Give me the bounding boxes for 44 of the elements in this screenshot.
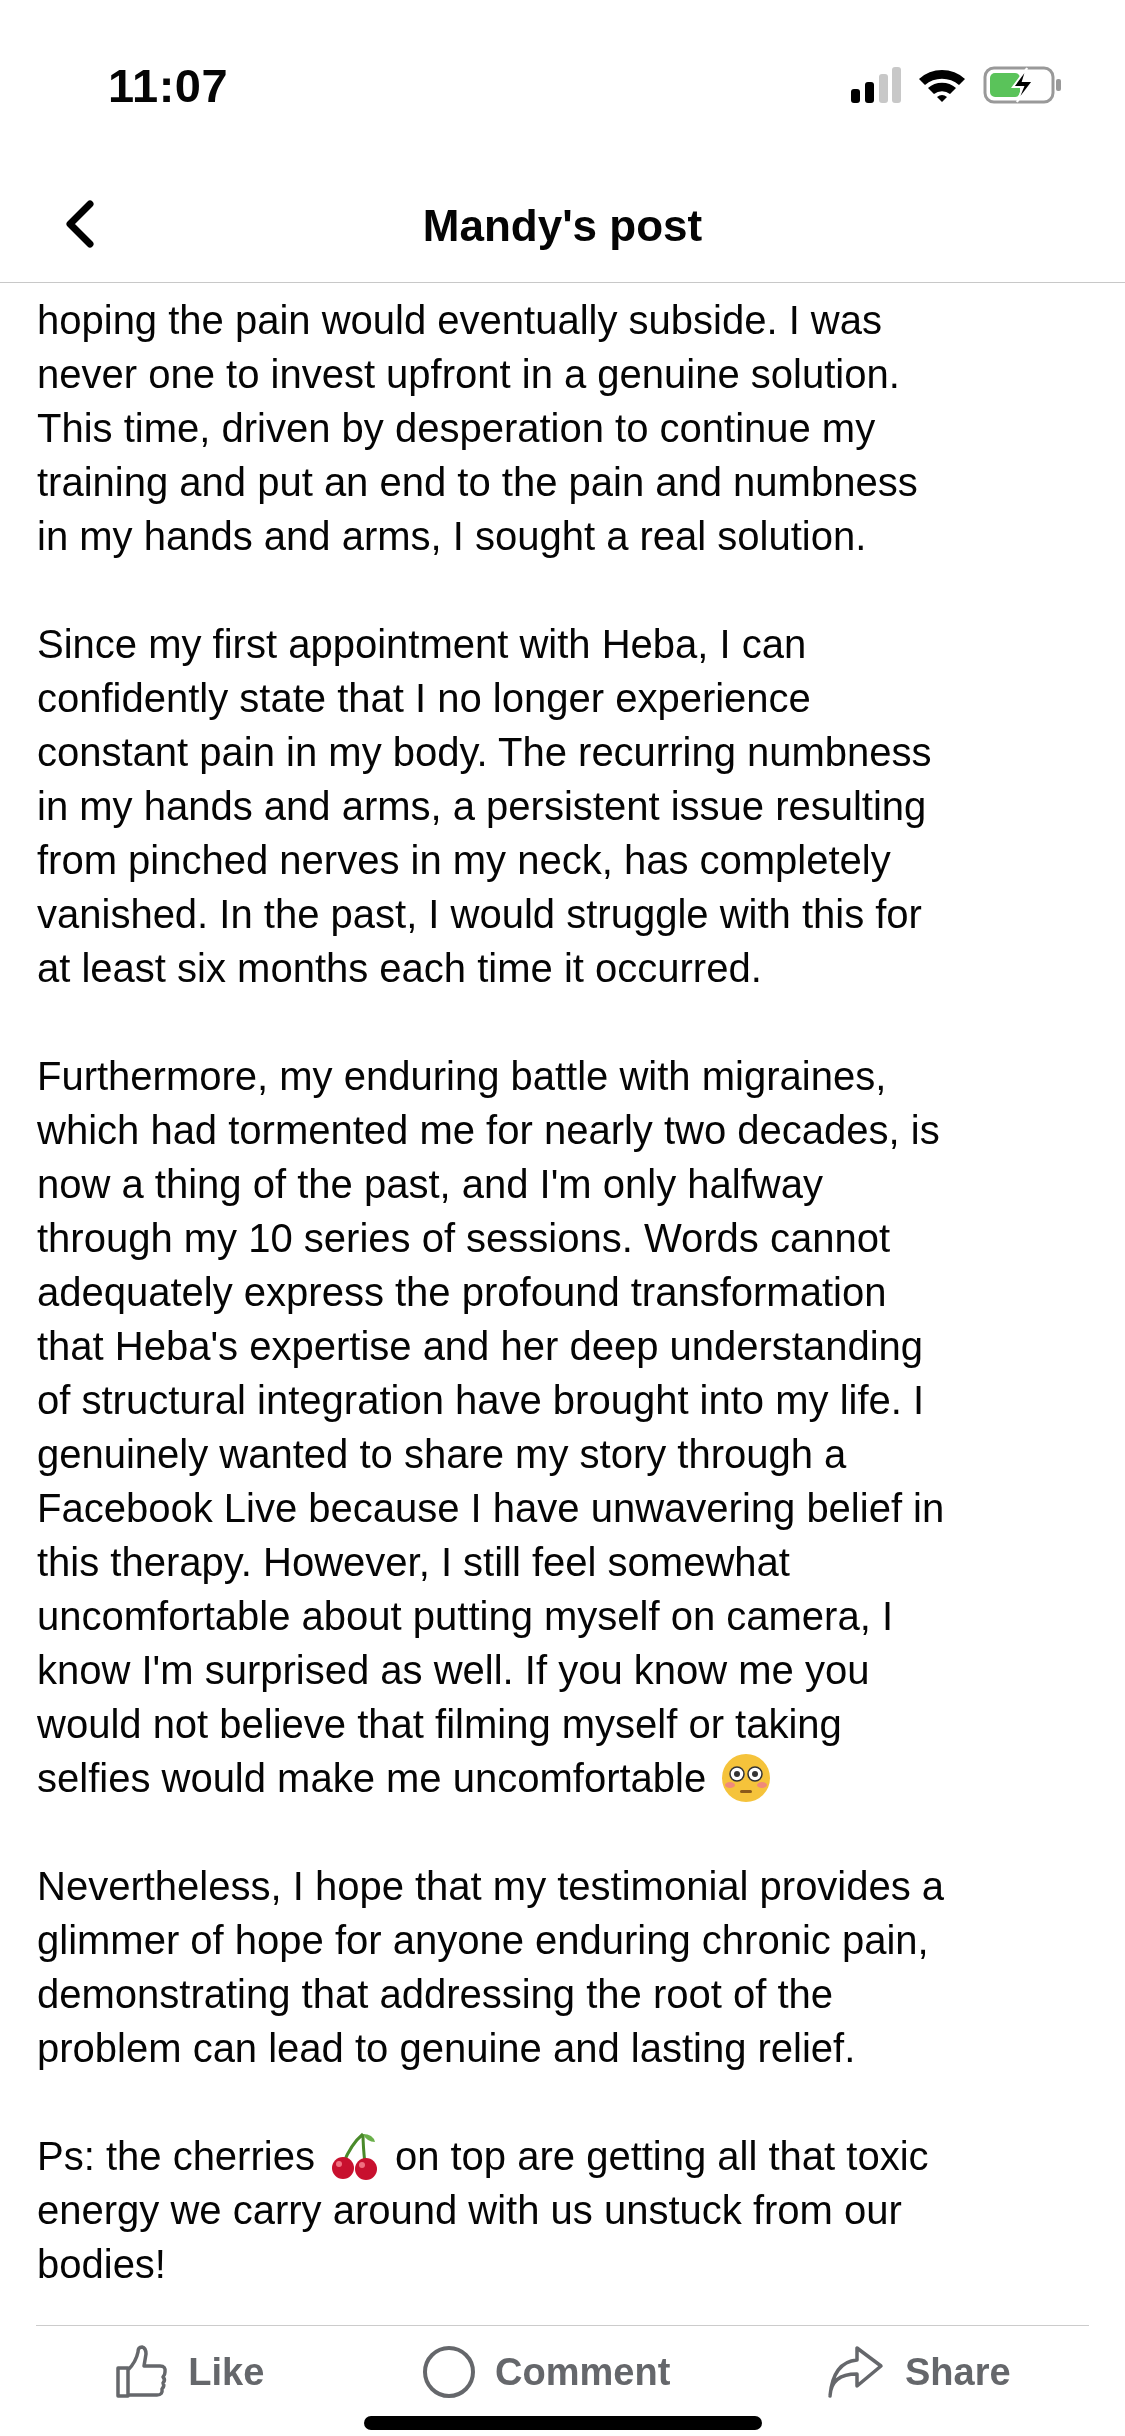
flushed-face-icon: [720, 1752, 773, 1804]
post-text: know I'm surprised as well. If you know me you: [37, 1647, 870, 1694]
post-text: glimmer of hope for anyone enduring chronic pain,: [37, 1917, 929, 1964]
post-text: through my 10 series of sessions. Words cannot: [37, 1215, 890, 1262]
signal-icon: [851, 67, 901, 103]
post-text: in my hands and arms, a persistent issue resulting: [37, 783, 927, 830]
post-text: Nevertheless, I hope that my testimonial provides a: [37, 1863, 945, 1910]
post-text: This time, driven by desperation to continue my: [37, 405, 876, 452]
post-text: problem can lead to genuine and lasting relief.: [37, 2025, 856, 2072]
wifi-icon: [917, 67, 967, 103]
post-text: demonstrating that addressing the root of the: [37, 1971, 834, 2018]
battery-charging-icon: [983, 66, 1063, 104]
post-text: now a thing of the past, and I'm only halfway: [37, 1161, 823, 1208]
header-title: Mandy's post: [422, 201, 703, 251]
post-text: Furthermore, my enduring battle with migraines,: [37, 1053, 887, 1100]
comment-button[interactable]: Comment: [415, 2344, 677, 2400]
post-text: uncomfortable about putting myself on camera, I: [37, 1593, 893, 1640]
status-time: 11:07: [108, 57, 229, 113]
post-text: at least six months each time it occurred.: [37, 945, 762, 992]
post-text: which had tormented me for nearly two decades, is: [37, 1107, 940, 1154]
post-text: in my hands and arms, I sought a real solution.: [37, 513, 867, 560]
post-text: adequately express the profound transformation: [37, 1269, 887, 1316]
share-button[interactable]: Share: [821, 2344, 1017, 2400]
post-text: Ps: the cherries: [37, 2133, 315, 2180]
post-text: genuinely wanted to share my story through a: [37, 1431, 847, 1478]
post-text: on top are getting all that toxic: [394, 2133, 929, 2180]
speech-bubble-icon: [421, 2344, 478, 2400]
post-text: selfies would make me uncomfortable: [37, 1755, 707, 1802]
post-text: constant pain in my body. The recurring numbness: [37, 729, 932, 776]
post-text: Since my first appointment with Heba, I can: [37, 621, 807, 668]
post-text: hoping the pain would eventually subside. I was: [37, 297, 882, 344]
post-text: that Heba's expertise and her deep understanding: [37, 1323, 924, 1370]
post-text: Facebook Live because I have unwavering belief in: [37, 1485, 945, 1532]
post-text: never one to invest upfront in a genuine solution.: [37, 351, 900, 398]
post-text: energy we carry around with us unstuck from our: [37, 2187, 902, 2234]
like-button[interactable]: Like: [108, 2344, 271, 2400]
post-text: would not believe that filming myself or taking: [37, 1701, 842, 1748]
post-text: bodies!: [37, 2241, 166, 2288]
post-text: vanished. In the past, I would struggle with this for: [37, 891, 922, 938]
post-text: confidently state that I no longer experience: [37, 675, 811, 722]
post-text: of structural integration have brought into my life. I: [37, 1377, 925, 1424]
post-text: training and put an end to the pain and numbness: [37, 459, 918, 506]
post-text: from pinched nerves in my neck, has completely: [37, 837, 891, 884]
post-text: this therapy. However, I still feel somewhat: [37, 1539, 790, 1586]
